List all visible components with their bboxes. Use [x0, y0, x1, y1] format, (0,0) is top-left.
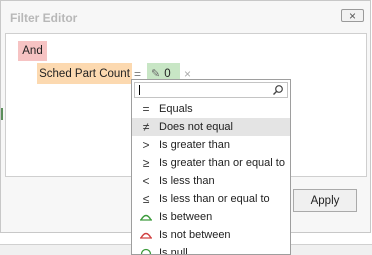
- between-icon: [139, 210, 153, 224]
- condition-value-text: 0: [164, 67, 171, 80]
- apply-button[interactable]: Apply: [293, 189, 357, 212]
- operator-option-label: Is less than: [159, 175, 215, 187]
- greater-or-equal-icon: ≥: [142, 156, 150, 170]
- operator-option-less-or-equal[interactable]: ≤ Is less than or equal to: [132, 190, 290, 208]
- operator-option-label: Is null: [159, 247, 188, 255]
- text-caret: [139, 85, 140, 95]
- not-equal-icon: ≠: [142, 120, 150, 134]
- operator-option-greater-or-equal[interactable]: ≥ Is greater than or equal to: [132, 154, 290, 172]
- operator-option-label: Is not between: [159, 229, 231, 241]
- window-title: Filter Editor: [10, 11, 78, 25]
- operator-option-between[interactable]: Is between: [132, 208, 290, 226]
- operator-option-label: Is between: [159, 211, 213, 223]
- operator-option-is-null[interactable]: Is null: [132, 244, 290, 255]
- is-null-icon: [139, 246, 153, 254]
- equals-icon: =: [142, 102, 150, 116]
- operator-search-input[interactable]: [134, 82, 288, 98]
- operator-option-label: Is greater than: [159, 139, 230, 151]
- operator-option-label: Is less than or equal to: [159, 193, 270, 205]
- not-between-icon: [139, 228, 153, 242]
- operator-option-does-not-equal[interactable]: ≠ Does not equal: [132, 118, 290, 136]
- close-button[interactable]: ×: [341, 9, 364, 22]
- close-icon: ×: [348, 8, 356, 23]
- search-icon: [273, 85, 283, 95]
- operator-option-label: Equals: [159, 103, 193, 115]
- title-bar: Filter Editor ×: [1, 1, 370, 31]
- less-or-equal-icon: ≤: [142, 192, 150, 206]
- operator-option-equals[interactable]: = Equals: [132, 100, 290, 118]
- operator-option-greater-than[interactable]: > Is greater than: [132, 136, 290, 154]
- operator-option-label: Is greater than or equal to: [159, 157, 285, 169]
- group-operator-and[interactable]: And: [18, 41, 47, 61]
- less-than-icon: <: [142, 174, 150, 188]
- operator-dropdown: = Equals ≠ Does not equal > Is greater t…: [131, 79, 291, 255]
- greater-than-icon: >: [142, 138, 150, 152]
- operator-option-not-between[interactable]: Is not between: [132, 226, 290, 244]
- side-marker: [1, 108, 3, 120]
- operator-option-less-than[interactable]: < Is less than: [132, 172, 290, 190]
- operator-list: = Equals ≠ Does not equal > Is greater t…: [132, 100, 290, 255]
- operator-option-label: Does not equal: [159, 121, 233, 133]
- field-name-sched-part-count[interactable]: Sched Part Count: [37, 63, 132, 84]
